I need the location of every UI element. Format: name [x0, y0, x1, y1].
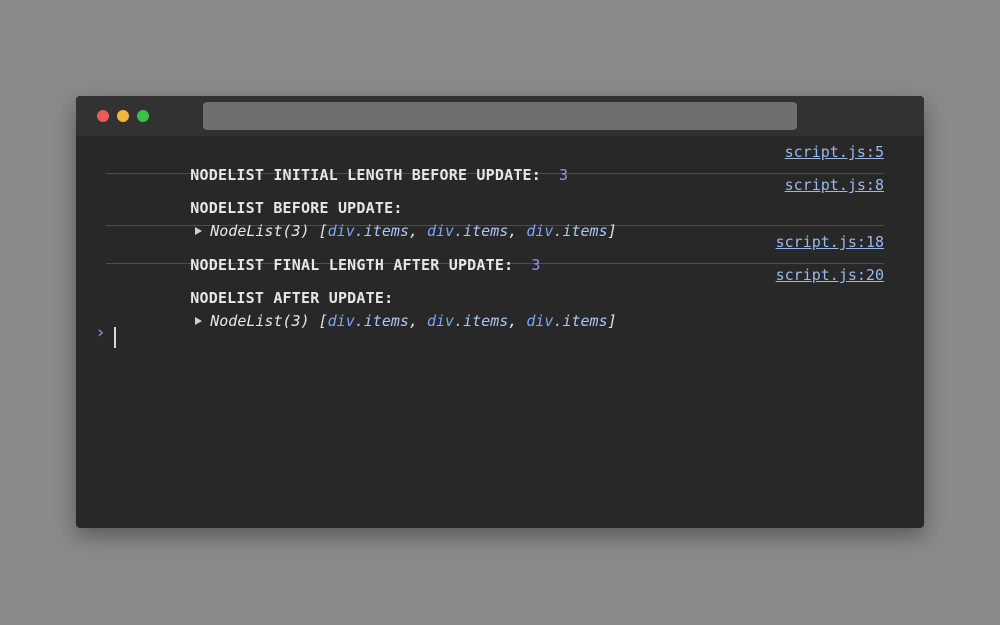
console-log-entry: NODELIST INITIAL LENGTH BEFORE UPDATE: 3 … [106, 141, 884, 184]
title-bar [76, 96, 924, 136]
console-prompt-icon: › [95, 322, 106, 343]
address-bar[interactable] [203, 102, 797, 130]
source-link[interactable]: script.js:20 [776, 264, 884, 287]
console-log-entry: NODELIST AFTER UPDATE: script.js:20 Node… [106, 264, 884, 330]
browser-window: NODELIST INITIAL LENGTH BEFORE UPDATE: 3 … [76, 96, 924, 528]
source-link[interactable]: script.js:5 [785, 141, 884, 164]
console-input[interactable] [112, 320, 884, 348]
log-message: NODELIST BEFORE UPDATE: [190, 199, 403, 217]
text-caret [114, 327, 116, 348]
source-link[interactable]: script.js:8 [785, 174, 884, 197]
console-log-entry: NODELIST FINAL LENGTH AFTER UPDATE: 3 scr… [106, 231, 884, 274]
maximize-window-button[interactable] [137, 110, 149, 122]
console-panel: NODELIST INITIAL LENGTH BEFORE UPDATE: 3 … [76, 136, 924, 528]
minimize-window-button[interactable] [117, 110, 129, 122]
source-link[interactable]: script.js:18 [776, 231, 884, 254]
close-window-button[interactable] [97, 110, 109, 122]
console-log-entry: NODELIST BEFORE UPDATE: script.js:8 Node… [106, 174, 884, 240]
log-message: NODELIST AFTER UPDATE: [190, 289, 394, 307]
